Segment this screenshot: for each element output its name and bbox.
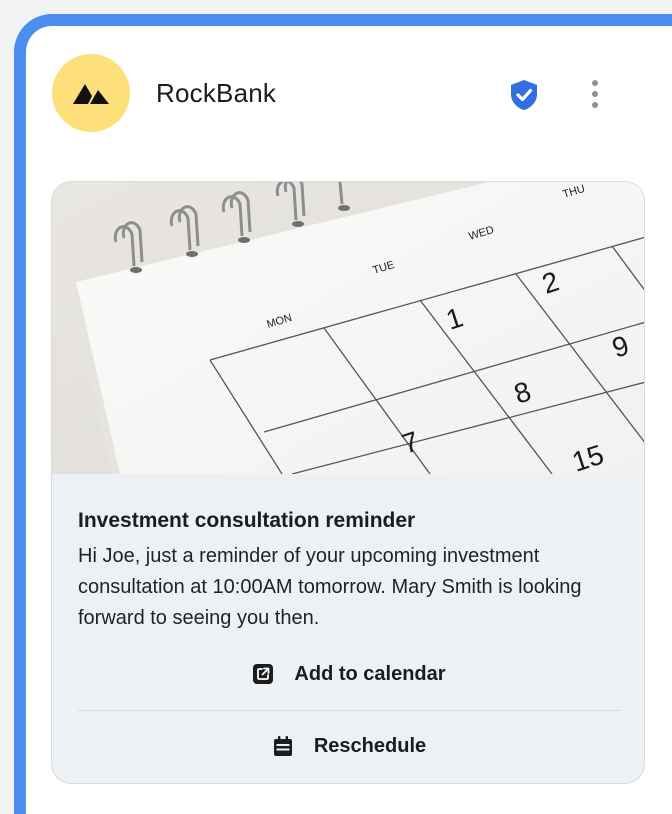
open-external-icon <box>252 663 274 685</box>
rich-card: MON TUE WED THU 1 2 7 8 9 15 Investment … <box>51 181 645 784</box>
verified-shield-icon[interactable] <box>509 79 539 111</box>
brand-name: RockBank <box>156 78 277 108</box>
sender-header: RockBank <box>52 54 632 132</box>
more-vertical-icon[interactable] <box>582 76 608 112</box>
calendar-photo: MON TUE WED THU 1 2 7 8 9 15 <box>52 182 644 474</box>
card-content: Investment consultation reminder Hi Joe,… <box>78 509 626 634</box>
action-divider <box>78 710 620 711</box>
card-message: Hi Joe, just a reminder of your upcoming… <box>78 545 582 629</box>
calendar-icon <box>272 735 294 757</box>
card-title: Investment consultation reminder <box>78 509 416 532</box>
brand-avatar[interactable] <box>52 54 130 132</box>
add-to-calendar-button[interactable]: Add to calendar <box>78 656 620 692</box>
reschedule-label: Reschedule <box>313 734 427 757</box>
reschedule-button[interactable]: Reschedule <box>78 728 620 764</box>
mountain-logo-icon <box>73 84 109 104</box>
add-to-calendar-label: Add to calendar <box>294 662 446 685</box>
